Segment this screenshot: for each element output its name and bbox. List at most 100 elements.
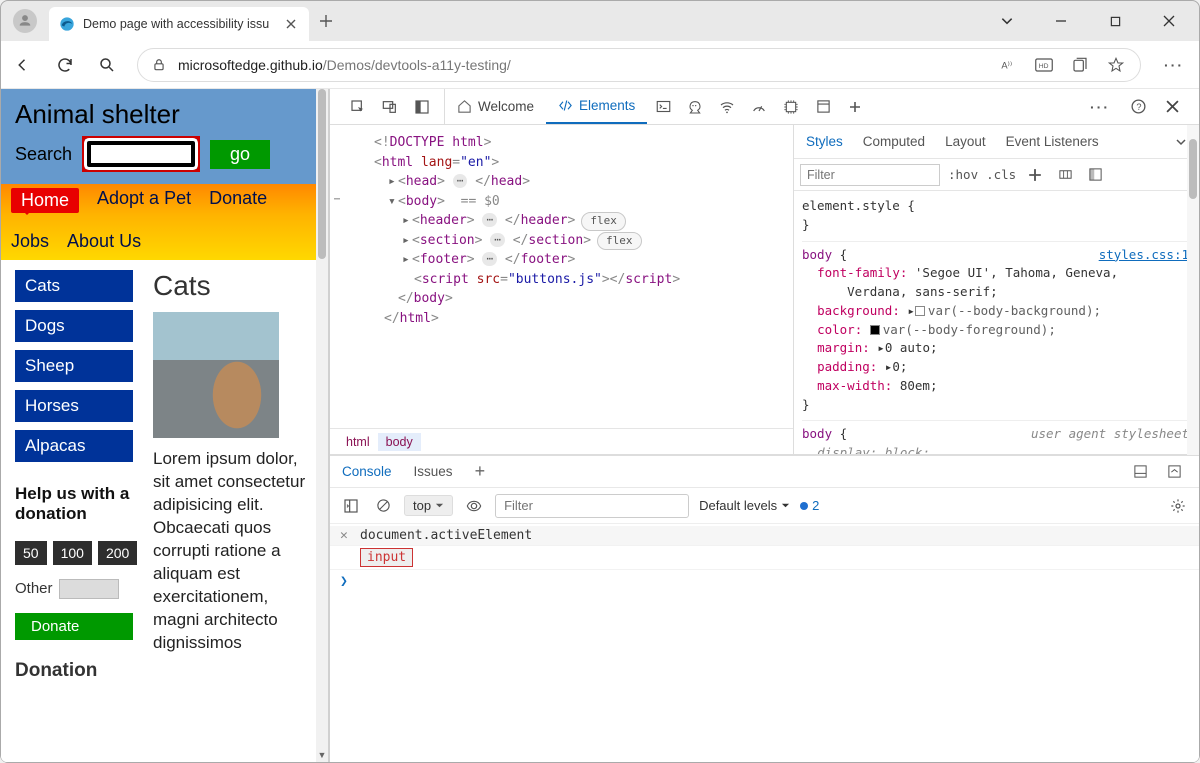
device-emulation-icon[interactable] bbox=[374, 89, 406, 124]
tab-console-icon[interactable] bbox=[647, 89, 679, 124]
read-aloud-icon[interactable]: A⁾⁾ bbox=[998, 57, 1018, 73]
styles-filter-input[interactable] bbox=[800, 164, 940, 186]
devtools-close-icon[interactable] bbox=[1161, 100, 1183, 113]
donation-200[interactable]: 200 bbox=[98, 541, 137, 565]
donation-50[interactable]: 50 bbox=[15, 541, 47, 565]
dismiss-icon[interactable]: ✕ bbox=[340, 528, 352, 543]
back-button[interactable] bbox=[11, 53, 35, 77]
inspect-element-icon[interactable] bbox=[342, 89, 374, 124]
maximize-button[interactable] bbox=[1103, 9, 1127, 33]
rendered-page: Animal shelter Search go Home Adopt a Pe… bbox=[1, 89, 329, 762]
context-selector[interactable]: top bbox=[404, 495, 453, 516]
tab-sources-icon[interactable] bbox=[679, 89, 711, 124]
grid-overlay-icon[interactable] bbox=[1084, 167, 1106, 182]
devtools: Welcome Elements ··· ? bbox=[329, 89, 1199, 762]
clear-console-icon[interactable] bbox=[372, 498, 394, 513]
live-expression-icon[interactable] bbox=[463, 498, 485, 514]
tab-memory-icon[interactable] bbox=[775, 89, 807, 124]
search-button[interactable] bbox=[95, 53, 119, 77]
tab-application-icon[interactable] bbox=[807, 89, 839, 124]
chevron-down-icon[interactable] bbox=[1175, 136, 1187, 148]
styles-tab-styles[interactable]: Styles bbox=[806, 134, 843, 149]
url-text: microsoftedge.github.io/Demos/devtools-a… bbox=[178, 57, 986, 73]
devtools-scrollbar[interactable] bbox=[1187, 125, 1199, 455]
donation-100[interactable]: 100 bbox=[53, 541, 92, 565]
crumb-body[interactable]: body bbox=[378, 433, 421, 451]
issues-badge[interactable]: 2 bbox=[800, 498, 819, 513]
window-titlebar: Demo page with accessibility issu bbox=[1, 1, 1199, 41]
drawer-tab-issues[interactable]: Issues bbox=[414, 464, 453, 479]
console-sidebar-toggle-icon[interactable] bbox=[340, 498, 362, 514]
collapse-drawer-icon[interactable] bbox=[1167, 464, 1187, 479]
styles-tab-computed[interactable]: Computed bbox=[863, 134, 925, 149]
nav-adopt[interactable]: Adopt a Pet bbox=[97, 188, 191, 213]
new-tab-button[interactable] bbox=[309, 4, 343, 38]
chevron-down-icon[interactable] bbox=[995, 9, 1019, 33]
address-bar[interactable]: microsoftedge.github.io/Demos/devtools-a… bbox=[137, 48, 1141, 82]
profile-avatar[interactable] bbox=[13, 9, 37, 33]
lock-icon bbox=[152, 58, 166, 72]
address-bar-row: microsoftedge.github.io/Demos/devtools-a… bbox=[1, 41, 1199, 89]
console-body[interactable]: ✕ document.activeElement input ❯ bbox=[330, 524, 1199, 762]
tab-elements[interactable]: Elements bbox=[546, 89, 647, 124]
sidebar-dogs[interactable]: Dogs bbox=[15, 310, 133, 342]
svg-text:A⁾⁾: A⁾⁾ bbox=[1001, 60, 1012, 70]
tab-welcome[interactable]: Welcome bbox=[445, 89, 546, 124]
sidebar-horses[interactable]: Horses bbox=[15, 390, 133, 422]
nav-about[interactable]: About Us bbox=[67, 231, 141, 252]
crumb-html[interactable]: html bbox=[338, 433, 378, 451]
edge-favicon bbox=[59, 16, 75, 32]
donate-button[interactable]: Donate bbox=[15, 613, 133, 640]
log-levels-selector[interactable]: Default levels bbox=[699, 498, 790, 513]
nav-donate[interactable]: Donate bbox=[209, 188, 267, 213]
search-go-button[interactable]: go bbox=[210, 140, 270, 169]
tab-performance-icon[interactable] bbox=[743, 89, 775, 124]
tab-network-icon[interactable] bbox=[711, 89, 743, 124]
help-icon[interactable]: ? bbox=[1127, 98, 1149, 115]
body-text: Lorem ipsum dolor, sit amet consectetur … bbox=[153, 448, 314, 654]
styles-body[interactable]: element.style { } styles.css:1 body { fo… bbox=[794, 191, 1199, 454]
dock-icon[interactable] bbox=[406, 89, 438, 124]
cls-toggle[interactable]: .cls bbox=[986, 167, 1016, 182]
console-prompt[interactable]: ❯ bbox=[330, 570, 1199, 593]
sidebar-alpacas[interactable]: Alpacas bbox=[15, 430, 133, 462]
more-menu[interactable]: ··· bbox=[1159, 57, 1189, 73]
styles-tab-layout[interactable]: Layout bbox=[945, 134, 986, 149]
devtools-more[interactable]: ··· bbox=[1085, 99, 1115, 115]
drawer-add-tab[interactable]: + bbox=[475, 461, 486, 482]
styles-tab-events[interactable]: Event Listeners bbox=[1006, 134, 1099, 149]
browser-tab[interactable]: Demo page with accessibility issu bbox=[49, 7, 309, 41]
console-filter-input[interactable] bbox=[495, 494, 689, 518]
dom-tree[interactable]: <!DOCTYPE html> <html lang="en"> ▸<head>… bbox=[330, 125, 793, 428]
console-result: input bbox=[360, 548, 413, 567]
hov-toggle[interactable]: :hov bbox=[948, 167, 978, 182]
collections-icon[interactable] bbox=[1070, 57, 1090, 73]
other-input[interactable] bbox=[59, 579, 119, 599]
expand-drawer-icon[interactable] bbox=[1133, 464, 1153, 479]
console-expression: document.activeElement bbox=[360, 528, 532, 543]
search-input[interactable] bbox=[87, 141, 195, 167]
console-settings-icon[interactable] bbox=[1167, 498, 1189, 514]
source-link[interactable]: styles.css:1 bbox=[1099, 246, 1189, 265]
new-style-rule-icon[interactable] bbox=[1024, 168, 1046, 182]
nav-home[interactable]: Home bbox=[11, 188, 79, 213]
sidebar-sheep[interactable]: Sheep bbox=[15, 350, 133, 382]
favorite-icon[interactable] bbox=[1106, 57, 1126, 73]
page-scrollbar[interactable]: ▲▼ bbox=[316, 89, 328, 762]
flex-overlay-icon[interactable] bbox=[1054, 167, 1076, 182]
site-header: Animal shelter Search go bbox=[1, 89, 328, 184]
drawer-tab-console[interactable]: Console bbox=[342, 464, 392, 479]
donation-section-heading: Donation bbox=[15, 660, 133, 682]
svg-text:?: ? bbox=[1136, 102, 1141, 112]
minimize-button[interactable] bbox=[1049, 9, 1073, 33]
tab-close-icon[interactable] bbox=[283, 16, 299, 32]
styles-panel: Styles Computed Layout Event Listeners :… bbox=[794, 125, 1199, 454]
refresh-button[interactable] bbox=[53, 53, 77, 77]
window-controls bbox=[977, 9, 1199, 33]
sidebar-cats[interactable]: Cats bbox=[15, 270, 133, 302]
nav-jobs[interactable]: Jobs bbox=[11, 231, 49, 252]
hd-icon[interactable]: HD bbox=[1034, 57, 1054, 73]
tab-more-icon[interactable] bbox=[839, 89, 871, 124]
site-nav: Home Adopt a Pet Donate Jobs About Us bbox=[1, 184, 328, 260]
close-button[interactable] bbox=[1157, 9, 1181, 33]
